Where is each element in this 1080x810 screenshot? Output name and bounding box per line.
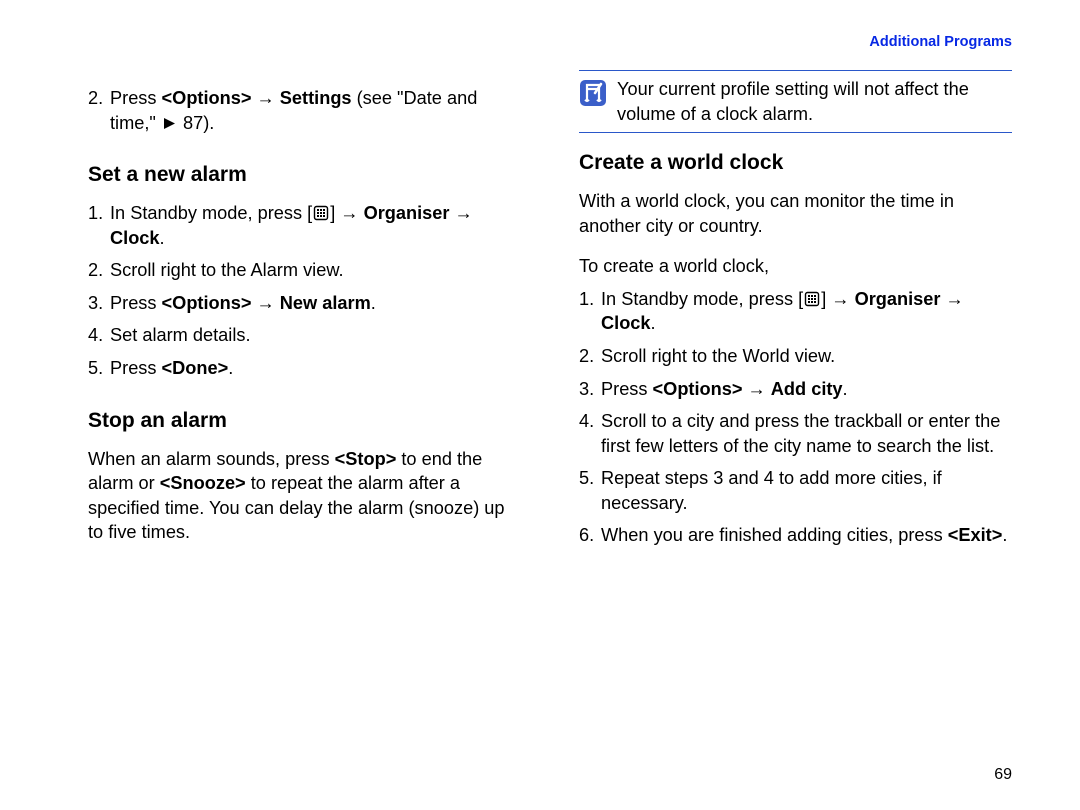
step-body: Press <Options> → Settings (see "Date an… [110, 86, 521, 135]
text: When an alarm sounds, press [88, 449, 335, 469]
step-body: Set alarm details. [110, 323, 521, 348]
note-icon [579, 79, 607, 107]
text: ] → [821, 289, 854, 309]
step-body: Press <Options> → Add city. [601, 377, 1012, 402]
stop-alarm-paragraph: When an alarm sounds, press <Stop> to en… [88, 447, 521, 545]
triangle-icon [163, 117, 176, 130]
intro-step-2: 2. Press <Options> → Settings (see "Date… [88, 86, 521, 135]
step-number: 2. [88, 86, 110, 135]
text: In Standby mode, press [ [110, 203, 312, 223]
text: . [228, 358, 233, 378]
softkey-options: <Options> [653, 379, 743, 399]
step-number: 3. [579, 377, 601, 402]
softkey-snooze: <Snooze> [160, 473, 246, 493]
step-number: 3. [88, 291, 110, 316]
world-clock-step-4: 4. Scroll to a city and press the trackb… [579, 409, 1012, 458]
step-body: In Standby mode, press [] → Organiser → … [601, 287, 1012, 336]
softkey-stop: <Stop> [335, 449, 397, 469]
arrow: → [252, 293, 280, 313]
text: Press [110, 293, 162, 313]
softkey-options: <Options> [162, 88, 252, 108]
set-alarm-step-2: 2. Scroll right to the Alarm view. [88, 258, 521, 283]
heading-stop-alarm: Stop an alarm [88, 409, 521, 433]
step-number: 5. [579, 466, 601, 515]
text: . [160, 228, 165, 248]
text: Press [110, 88, 162, 108]
text: Press [110, 358, 162, 378]
text: ] → [330, 203, 363, 223]
menu-new-alarm: New alarm [280, 293, 371, 313]
step-body: Press <Done>. [110, 356, 521, 381]
world-clock-intro: With a world clock, you can monitor the … [579, 189, 1012, 238]
set-alarm-step-4: 4. Set alarm details. [88, 323, 521, 348]
menu-settings: Settings [280, 88, 352, 108]
step-body: Scroll right to the Alarm view. [110, 258, 521, 283]
world-clock-lead: To create a world clock, [579, 254, 1012, 279]
note-text: Your current profile setting will not af… [617, 77, 1012, 126]
text: . [651, 313, 656, 333]
set-alarm-step-1: 1. In Standby mode, press [] → Organiser… [88, 201, 521, 250]
text: . [843, 379, 848, 399]
text: . [1002, 525, 1007, 545]
step-number: 1. [88, 201, 110, 250]
arrow: → [743, 379, 771, 399]
menu-key-icon [313, 205, 329, 221]
page-container: 2. Press <Options> → Settings (see "Date… [0, 0, 1080, 556]
heading-set-new-alarm: Set a new alarm [88, 163, 521, 187]
text: When you are finished adding cities, pre… [601, 525, 948, 545]
world-clock-step-5: 5. Repeat steps 3 and 4 to add more citi… [579, 466, 1012, 515]
step-number: 5. [88, 356, 110, 381]
step-number: 4. [579, 409, 601, 458]
menu-add-city: Add city [771, 379, 843, 399]
softkey-done: <Done> [162, 358, 229, 378]
step-body: Scroll to a city and press the trackball… [601, 409, 1012, 458]
heading-create-world-clock: Create a world clock [579, 151, 1012, 175]
softkey-options: <Options> [162, 293, 252, 313]
set-alarm-step-5: 5. Press <Done>. [88, 356, 521, 381]
text: . [371, 293, 376, 313]
world-clock-step-1: 1. In Standby mode, press [] → Organiser… [579, 287, 1012, 336]
step-number: 2. [579, 344, 601, 369]
world-clock-step-3: 3. Press <Options> → Add city. [579, 377, 1012, 402]
page-number: 69 [994, 766, 1012, 784]
text: 87). [178, 113, 214, 133]
step-body: In Standby mode, press [] → Organiser → … [110, 201, 521, 250]
step-body: Press <Options> → New alarm. [110, 291, 521, 316]
step-number: 1. [579, 287, 601, 336]
world-clock-step-2: 2. Scroll right to the World view. [579, 344, 1012, 369]
text: In Standby mode, press [ [601, 289, 803, 309]
section-header-link[interactable]: Additional Programs [579, 34, 1012, 50]
menu-key-icon [804, 291, 820, 307]
step-body: When you are finished adding cities, pre… [601, 523, 1012, 548]
note-box: Your current profile setting will not af… [579, 70, 1012, 133]
right-column: Additional Programs Your current profile… [579, 34, 1012, 556]
step-number: 2. [88, 258, 110, 283]
step-body: Repeat steps 3 and 4 to add more cities,… [601, 466, 1012, 515]
step-body: Scroll right to the World view. [601, 344, 1012, 369]
arrow: → [252, 88, 280, 108]
left-column: 2. Press <Options> → Settings (see "Date… [88, 34, 521, 556]
world-clock-step-6: 6. When you are finished adding cities, … [579, 523, 1012, 548]
step-number: 6. [579, 523, 601, 548]
step-number: 4. [88, 323, 110, 348]
text: Press [601, 379, 653, 399]
set-alarm-step-3: 3. Press <Options> → New alarm. [88, 291, 521, 316]
softkey-exit: <Exit> [948, 525, 1003, 545]
